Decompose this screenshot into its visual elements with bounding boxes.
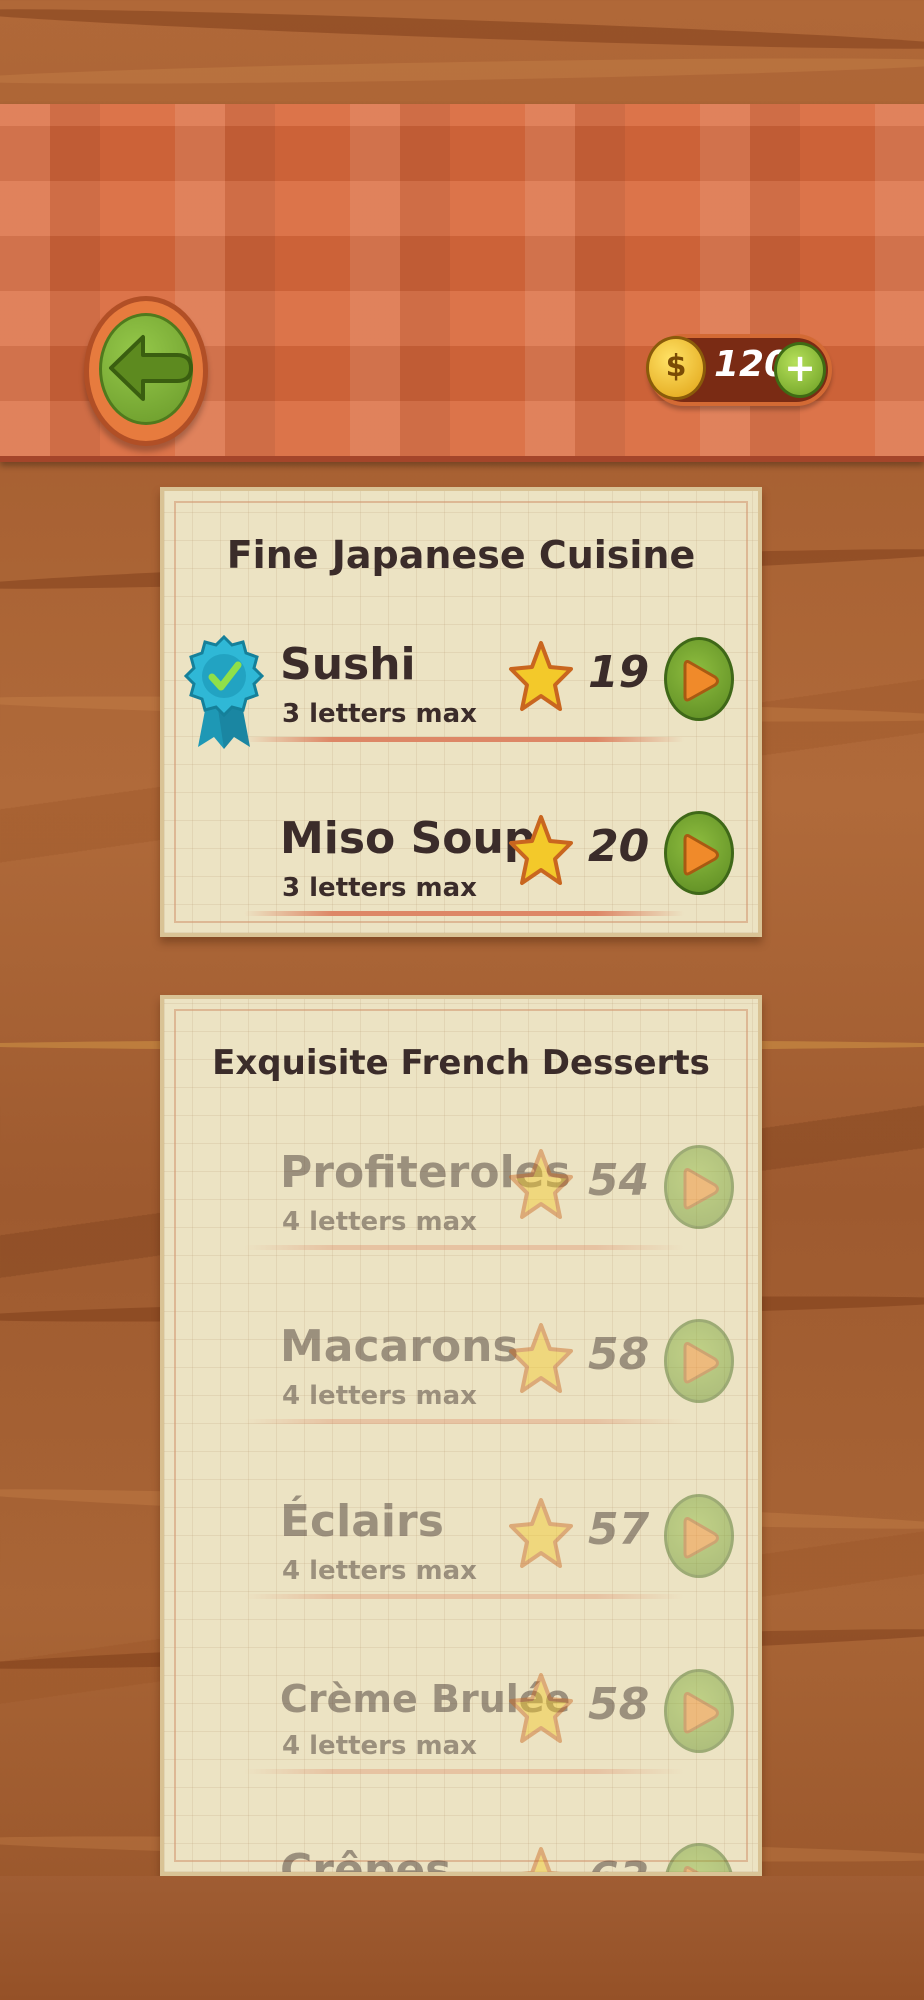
level-row-miso-soup[interactable]: Miso Soup 3 letters max 20 [164,811,758,933]
level-detail: 4 letters max [282,1207,477,1237]
level-name: Macarons [280,1321,519,1372]
play-button[interactable] [664,1494,734,1578]
level-detail: 3 letters max [282,873,477,903]
back-button[interactable] [84,296,208,446]
star-icon [509,1149,573,1219]
star-icon [509,1498,573,1568]
play-icon [683,834,719,876]
completed-ribbon-icon [184,635,264,749]
level-row-creme-brulee[interactable]: Crème Brulée 4 letters max 58 [164,1669,758,1821]
play-button[interactable] [664,1843,734,1872]
level-name: Sushi [280,639,416,690]
star-icon [509,641,573,711]
level-name: Éclairs [280,1496,444,1547]
level-detail: 4 letters max [282,1556,477,1586]
divider [244,1594,684,1599]
category-card-japanese: Fine Japanese Cuisine Sushi 3 letters ma… [160,487,762,937]
level-detail: 3 letters max [282,699,477,729]
divider [244,1245,684,1250]
level-row-profiteroles[interactable]: Profiteroles 4 letters max 54 [164,1145,758,1297]
category-card-french: Exquisite French Desserts Profiteroles 4… [160,995,762,1876]
level-star-count: 58 [588,1679,650,1730]
play-icon [683,660,719,702]
add-coins-button[interactable]: + [774,342,826,398]
level-star-count: 58 [588,1329,650,1380]
level-detail: 4 letters max [282,1381,477,1411]
bottom-wood-area [0,1876,924,2000]
divider [244,1769,684,1774]
play-icon [683,1517,719,1559]
play-icon [683,1168,719,1210]
level-name: Crêpes [280,1845,452,1876]
level-row-eclairs[interactable]: Éclairs 4 letters max 57 [164,1494,758,1646]
category-title: Fine Japanese Cuisine [226,533,696,577]
play-button[interactable] [664,811,734,895]
play-button[interactable] [664,1145,734,1229]
star-icon [521,1847,561,1872]
play-icon [683,1692,719,1734]
star-icon [509,815,573,885]
star-icon [509,1673,573,1743]
plus-icon: + [784,346,816,390]
divider [244,911,684,916]
play-icon [683,1342,719,1384]
play-button[interactable] [664,1669,734,1753]
wood-grain [0,2,924,56]
star-icon [509,1323,573,1393]
back-arrow-icon [109,335,193,401]
wood-grain [0,53,924,89]
level-detail: 4 letters max [282,1731,477,1761]
divider [244,1419,684,1424]
divider [244,737,684,742]
level-star-count: 19 [588,647,650,698]
level-star-count: 20 [588,821,650,872]
level-star-count: 57 [588,1504,650,1555]
level-star-count: 63 [588,1853,649,1872]
coin-icon: $ [646,336,706,400]
level-star-count: 54 [588,1155,650,1206]
play-button[interactable] [664,1319,734,1403]
coin-balance: $ 120 + [646,334,832,406]
level-row-sushi[interactable]: Sushi 3 letters max 19 [164,635,758,789]
play-icon [683,1866,699,1872]
level-row-macarons[interactable]: Macarons 4 letters max 58 [164,1319,758,1471]
category-title: Exquisite French Desserts [212,1043,710,1083]
level-row-crepes[interactable]: Crêpes 63 [164,1843,758,1876]
level-name: Miso Soup [280,813,536,864]
play-button[interactable] [664,637,734,721]
